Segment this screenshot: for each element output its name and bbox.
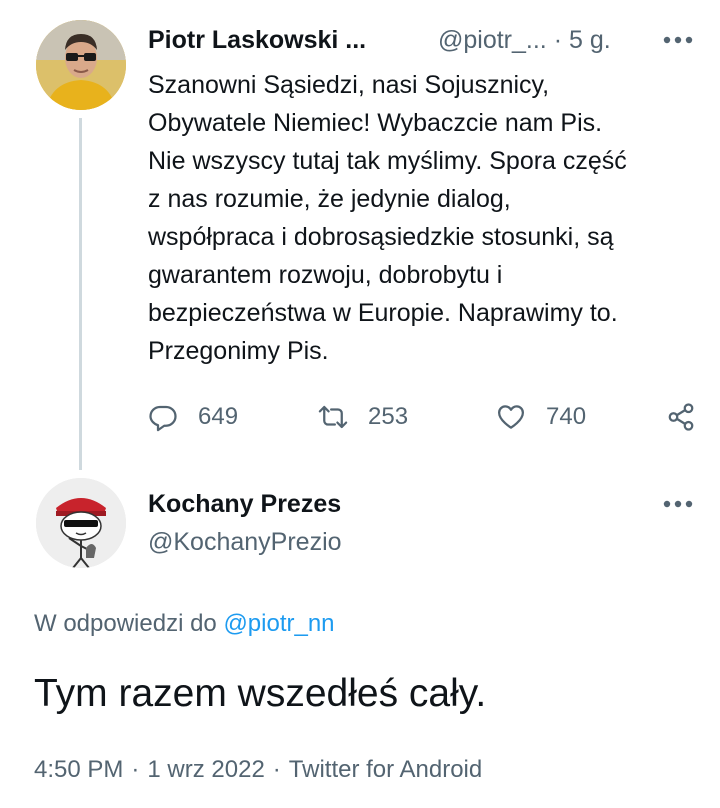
reply-text: Tym razem wszedłeś cały. — [34, 672, 487, 715]
share-icon — [668, 403, 694, 431]
tweet-text: Szanowni Sąsiedzi, nasi Sojusznicy, Obyw… — [148, 66, 708, 370]
tweet-date[interactable]: 1 wrz 2022 — [147, 756, 264, 783]
more-icon[interactable] — [660, 22, 696, 58]
retweet-count: 253 — [368, 403, 409, 430]
more-icon[interactable] — [660, 486, 696, 522]
retweet-button[interactable]: 253 — [318, 398, 408, 436]
separator: · — [131, 756, 140, 783]
reply-count: 649 — [198, 403, 239, 430]
author-handle-time[interactable]: @piotr_... · 5 g. — [438, 22, 611, 58]
tweet-text-line: Szanowni Sąsiedzi, nasi Sojusznicy, — [148, 71, 550, 99]
tweet-text-line: Obywatele Niemiec! Wybaczcie nam Pis. — [148, 109, 603, 137]
share-button[interactable] — [666, 398, 696, 436]
tweet-time[interactable]: 4:50 PM — [34, 756, 123, 783]
in-reply-prefix: W odpowiedzi do — [34, 610, 224, 637]
tweet-text-line: Nie wszyscy tutaj tak myślimy. Spora czę… — [148, 147, 627, 175]
tweet-text-line: z nas rozumie, że jedynie dialog, — [148, 185, 511, 213]
tweet-text-line: współpraca i dobrosąsiedzkie stosunki, s… — [148, 223, 614, 251]
separator: · — [272, 756, 281, 783]
reply-icon — [149, 405, 177, 432]
author-avatar[interactable] — [36, 20, 126, 110]
heart-icon — [498, 405, 524, 429]
tweet-text-line: gwarantem rozwoju, dobrobytu i — [148, 261, 503, 289]
tweet-source[interactable]: Twitter for Android — [289, 756, 482, 783]
like-count: 740 — [546, 403, 587, 430]
person-with-glasses-image — [36, 20, 126, 110]
reply-author-name[interactable]: Kochany Prezes — [148, 486, 341, 522]
in-reply-handle-link[interactable]: @piotr_nn — [223, 610, 334, 637]
reply-author-avatar[interactable] — [36, 478, 126, 568]
tweet-text-line: bezpieczeństwa w Europie. Naprawimy to. — [148, 299, 618, 327]
retweet-icon — [318, 405, 348, 429]
tweet-actions: 649 253 740 — [148, 398, 708, 436]
author-name[interactable]: Piotr Laskowski ... — [148, 22, 366, 58]
reply-author-handle[interactable]: @KochanyPrezio — [148, 524, 342, 560]
thread-line — [79, 118, 82, 470]
reply-button[interactable]: 649 — [148, 398, 238, 436]
like-button[interactable]: 740 — [496, 398, 586, 436]
tweet-header: Piotr Laskowski ... @piotr_... · 5 g. — [148, 22, 696, 58]
cartoon-character-image — [36, 478, 126, 568]
tweet-text-line: Przegonimy Pis. — [148, 337, 329, 365]
in-reply-to: W odpowiedzi do @piotr_nn — [34, 606, 335, 642]
tweet-meta: 4:50 PM · 1 wrz 2022 · Twitter for Android — [34, 752, 482, 788]
